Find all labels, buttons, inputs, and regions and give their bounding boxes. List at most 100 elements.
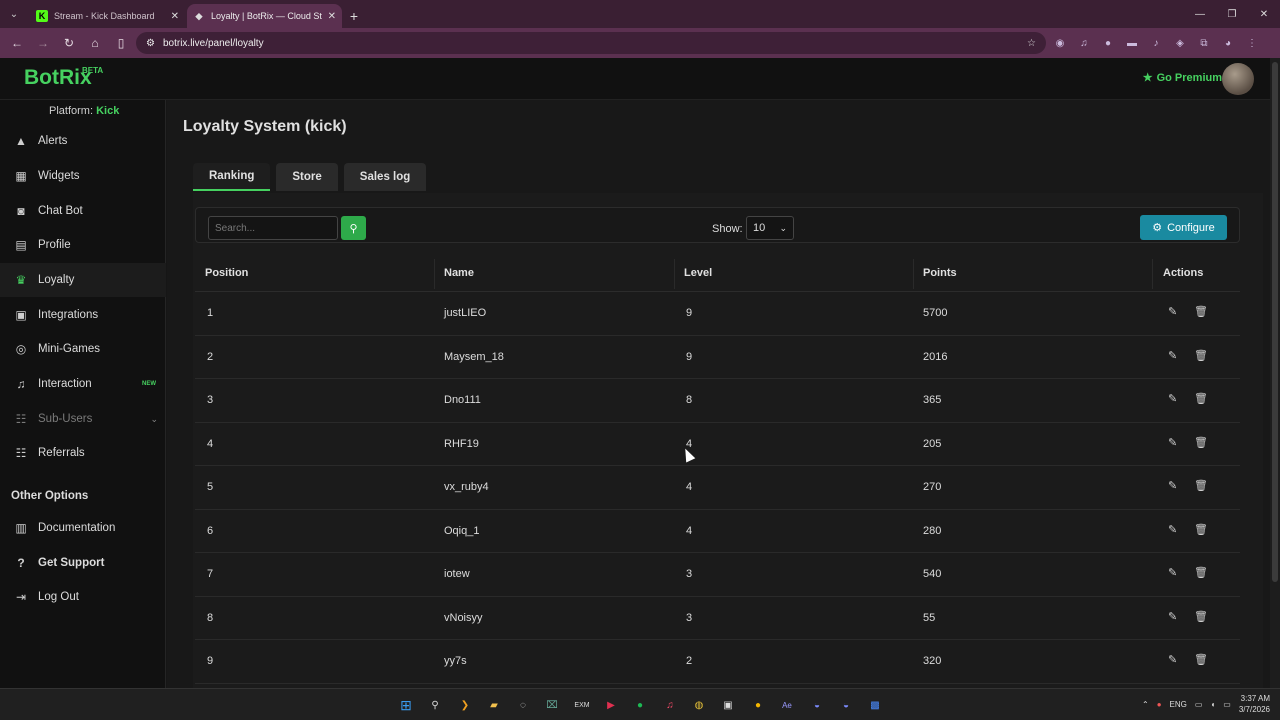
sidebar-item-referrals[interactable]: ☷ Referrals <box>0 436 166 470</box>
sidebar-item-label: Log Out <box>38 591 79 603</box>
chrome-icon[interactable]: ◍ <box>690 696 708 714</box>
search-button[interactable]: ⚲ <box>341 216 366 240</box>
delete-trash-icon[interactable]: 🗑 <box>1194 349 1208 362</box>
column-header-level[interactable]: Level <box>684 267 712 279</box>
file-explorer-icon[interactable]: ▰ <box>485 696 503 714</box>
column-header-name[interactable]: Name <box>444 267 474 279</box>
ranking-panel: ⚲ Show: 10 ⌄ ⚙ Configure Position Name <box>193 193 1263 688</box>
sidebar-item-profile[interactable]: ▤ Profile <box>0 228 166 262</box>
language-indicator[interactable]: ENG <box>1170 700 1187 709</box>
extension-icon[interactable]: ● <box>1098 33 1118 53</box>
extension-icon[interactable]: ♪ <box>1146 33 1166 53</box>
column-header-points[interactable]: Points <box>923 267 957 279</box>
column-header-position[interactable]: Position <box>205 267 248 279</box>
minimize-icon[interactable]: — <box>1184 9 1216 20</box>
discord-icon[interactable]: ◒ <box>808 696 826 714</box>
menu-dots-icon[interactable]: ⋮ <box>1242 33 1262 53</box>
edit-pencil-icon[interactable]: ✎ <box>1168 392 1177 405</box>
microphone-icon[interactable]: ● <box>1157 700 1162 709</box>
edit-pencil-icon[interactable]: ✎ <box>1168 479 1177 492</box>
tab-store[interactable]: Store <box>276 163 338 191</box>
media-player-icon[interactable]: ▶ <box>602 696 620 714</box>
delete-trash-icon[interactable]: 🗑 <box>1194 653 1208 666</box>
home-icon[interactable]: ⌂ <box>84 32 106 54</box>
sidebar-item-sub-users[interactable]: ☷ Sub-Users ⌄ <box>0 402 166 436</box>
botrix-logo[interactable]: BotRix BETA <box>24 66 103 90</box>
edit-pencil-icon[interactable]: ✎ <box>1168 349 1177 362</box>
edit-pencil-icon[interactable]: ✎ <box>1168 305 1177 318</box>
close-tab-icon[interactable]: ✕ <box>171 11 179 22</box>
delete-trash-icon[interactable]: 🗑 <box>1194 479 1208 492</box>
spotify-icon[interactable]: ● <box>631 696 649 714</box>
reload-icon[interactable]: ↻ <box>58 32 80 54</box>
close-tab-icon[interactable]: ✕ <box>328 11 336 22</box>
delete-trash-icon[interactable]: 🗑 <box>1194 566 1208 579</box>
cell-points: 540 <box>923 568 942 580</box>
discord-icon[interactable]: ◒ <box>837 696 855 714</box>
app-icon[interactable]: ❯ <box>456 696 474 714</box>
restore-icon[interactable]: ❐ <box>1216 9 1248 20</box>
new-tab-icon[interactable]: + <box>342 4 366 28</box>
search-input[interactable] <box>208 216 338 240</box>
volume-icon[interactable]: ◖ <box>1210 700 1215 709</box>
sidebar-item-mini-games[interactable]: ◎ Mini-Games <box>0 332 166 366</box>
sidebar-item-log-out[interactable]: ⇥ Log Out <box>0 580 166 614</box>
delete-trash-icon[interactable]: 🗑 <box>1194 436 1208 449</box>
search-icon[interactable]: ⚲ <box>426 696 444 714</box>
extension-icon[interactable]: ◉ <box>1050 33 1070 53</box>
sidebar-item-interaction[interactable]: ♫ Interaction NEW <box>0 367 166 401</box>
app-icon[interactable]: ⌧ <box>543 696 561 714</box>
app-icon[interactable]: ▩ <box>866 696 884 714</box>
back-icon[interactable]: ← <box>6 32 28 54</box>
windows-start-icon[interactable]: ⊞ <box>397 696 415 714</box>
sidebar-item-loyalty[interactable]: ♛ Loyalty <box>0 263 166 297</box>
music-icon[interactable]: ♫ <box>661 696 679 714</box>
show-count-select[interactable]: 10 ⌄ <box>746 216 794 240</box>
browser-tab-botrix[interactable]: ◆ Loyalty | BotRix — Cloud Stream ✕ <box>187 4 342 28</box>
extension-icon[interactable]: ▬ <box>1122 33 1142 53</box>
edit-pencil-icon[interactable]: ✎ <box>1168 653 1177 666</box>
tab-search-icon[interactable]: ⌄ <box>0 0 28 28</box>
extension-icon[interactable]: ◈ <box>1170 33 1190 53</box>
sidebar-item-widgets[interactable]: ▦ Widgets <box>0 159 166 193</box>
configure-button[interactable]: ⚙ Configure <box>1140 215 1227 240</box>
delete-trash-icon[interactable]: 🗑 <box>1194 392 1208 405</box>
chevron-up-icon[interactable]: ⌃ <box>1142 700 1149 709</box>
app-icon[interactable]: ● <box>749 696 767 714</box>
delete-trash-icon[interactable]: 🗑 <box>1194 610 1208 623</box>
delete-trash-icon[interactable]: 🗑 <box>1194 523 1208 536</box>
app-icon[interactable]: ◌ <box>514 696 532 714</box>
edit-pencil-icon[interactable]: ✎ <box>1168 610 1177 623</box>
edit-pencil-icon[interactable]: ✎ <box>1168 523 1177 536</box>
split-view-icon[interactable]: ▯ <box>110 32 132 54</box>
sidebar-item-alerts[interactable]: ▲ Alerts <box>0 124 166 158</box>
site-info-icon[interactable]: ⚙ <box>146 38 155 49</box>
url-field[interactable]: ⚙ botrix.live/panel/loyalty ☆ <box>136 32 1046 54</box>
sidebar-item-label: Mini-Games <box>38 343 100 355</box>
battery-icon[interactable]: ▭ <box>1223 700 1231 709</box>
close-window-icon[interactable]: ✕ <box>1248 9 1280 20</box>
extensions-puzzle-icon[interactable]: ⧉ <box>1194 33 1214 53</box>
app-icon[interactable]: EXM <box>573 696 591 714</box>
clock[interactable]: 3:37 AM 3/7/2026 <box>1239 693 1270 715</box>
app-icon[interactable]: ▣ <box>719 696 737 714</box>
network-icon[interactable]: ▭ <box>1195 700 1203 709</box>
edit-pencil-icon[interactable]: ✎ <box>1168 436 1177 449</box>
sidebar-item-documentation[interactable]: ▥ Documentation <box>0 511 166 545</box>
extension-icon[interactable]: ♫ <box>1074 33 1094 53</box>
sidebar-item-integrations[interactable]: ▣ Integrations <box>0 298 166 332</box>
after-effects-icon[interactable]: Ae <box>778 696 796 714</box>
page-scrollbar[interactable] <box>1270 58 1280 688</box>
tab-sales-log[interactable]: Sales log <box>343 163 427 191</box>
delete-trash-icon[interactable]: 🗑 <box>1194 305 1208 318</box>
avatar[interactable] <box>1222 63 1254 95</box>
forward-icon[interactable]: → <box>32 32 54 54</box>
go-premium-button[interactable]: ★ Go Premium <box>1143 71 1222 85</box>
sidebar-item-chat-bot[interactable]: ◙ Chat Bot <box>0 194 166 228</box>
browser-tab-kick[interactable]: K Stream - Kick Dashboard ✕ <box>30 4 185 28</box>
edit-pencil-icon[interactable]: ✎ <box>1168 566 1177 579</box>
bookmark-star-icon[interactable]: ☆ <box>1027 38 1036 49</box>
tab-ranking[interactable]: Ranking <box>193 163 271 191</box>
sidebar-item-get-support[interactable]: ? Get Support <box>0 546 166 580</box>
profile-icon[interactable]: ◕ <box>1218 33 1238 53</box>
